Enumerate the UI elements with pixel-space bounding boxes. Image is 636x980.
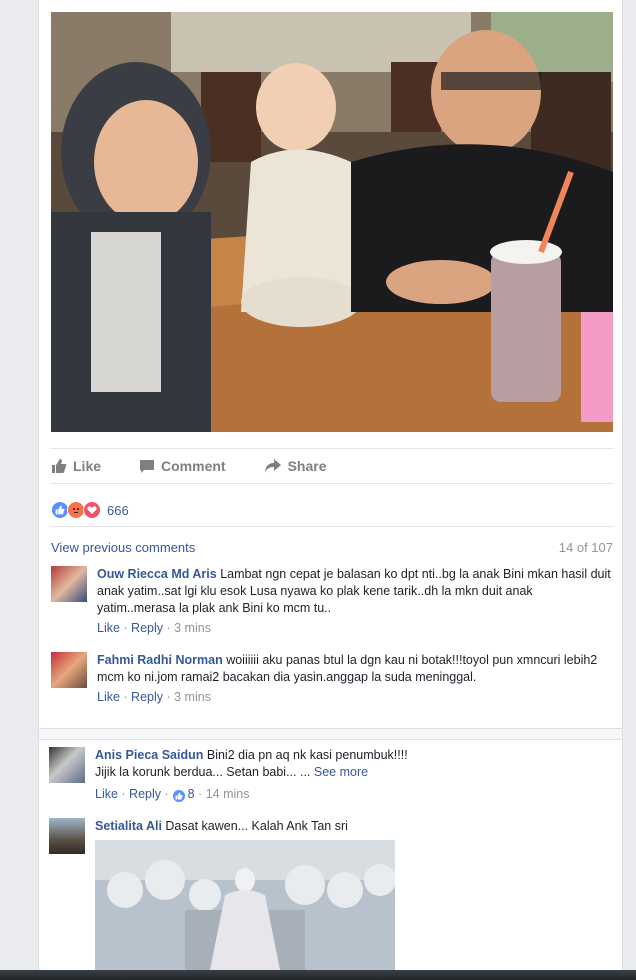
see-more-link[interactable]: See more: [314, 765, 368, 779]
commenter-name[interactable]: Anis Pieca Saidun: [95, 748, 203, 762]
share-button[interactable]: Share: [264, 458, 327, 474]
reactions-summary[interactable]: 666: [51, 494, 613, 527]
os-taskbar: [0, 970, 636, 980]
commenter-name[interactable]: Setialita Ali: [95, 819, 162, 833]
comment-time[interactable]: 3 mins: [174, 690, 211, 704]
commenter-name[interactable]: Fahmi Radhi Norman: [97, 653, 223, 667]
like-reaction-icon: [172, 789, 187, 803]
post-photo[interactable]: [51, 12, 613, 432]
comments-count: 14 of 107: [558, 540, 613, 555]
view-previous-comments-link[interactable]: View previous comments: [51, 540, 195, 555]
comment-like-link[interactable]: Like: [97, 690, 120, 704]
thumbs-up-icon: [52, 459, 67, 473]
share-icon: [264, 459, 281, 473]
comment-item: Fahmi Radhi Norman woiiiiii aku panas bt…: [51, 652, 613, 732]
comment-attached-photo[interactable]: [95, 840, 395, 970]
comment-likes-badge[interactable]: 8: [172, 787, 198, 803]
comment-time[interactable]: 3 mins: [174, 621, 211, 635]
comment-reply-link[interactable]: Reply: [131, 690, 163, 704]
comment-likes-count: 8: [187, 787, 195, 801]
comment-text-continued: Jijik la korunk berdua... Setan babi... …: [95, 765, 311, 779]
share-label: Share: [287, 458, 327, 474]
comment-like-link[interactable]: Like: [95, 787, 118, 801]
comment-time[interactable]: 14 mins: [206, 787, 250, 801]
love-reaction-icon: [83, 501, 101, 519]
like-label: Like: [73, 458, 102, 474]
post-actions: Like Comment Share: [51, 448, 613, 484]
comment-reply-link[interactable]: Reply: [131, 621, 163, 635]
comment-reply-link[interactable]: Reply: [129, 787, 161, 801]
commenter-name[interactable]: Ouw Riecca Md Aris: [97, 567, 217, 581]
comment-separator: [39, 728, 622, 740]
post-card: Like Comment Share 666 View previous com…: [38, 0, 623, 970]
comment-button[interactable]: Comment: [139, 458, 226, 474]
comment-like-link[interactable]: Like: [97, 621, 120, 635]
comment-item: Anis Pieca Saidun Bini2 dia pn aq nk kas…: [49, 747, 611, 807]
comment-text: Dasat kawen... Kalah Ank Tan sri: [165, 819, 348, 833]
reaction-count: 666: [107, 502, 129, 518]
comment-text: Bini2 dia pn aq nk kasi penumbuk!!!!: [206, 748, 408, 762]
comment-icon: [140, 460, 155, 473]
comment-label: Comment: [161, 458, 226, 474]
avatar[interactable]: [49, 747, 85, 783]
avatar[interactable]: [51, 566, 87, 602]
avatar[interactable]: [49, 818, 85, 854]
previous-comments-bar: View previous comments 14 of 107: [51, 540, 613, 555]
avatar[interactable]: [51, 652, 87, 688]
comment-item: Ouw Riecca Md Aris Lambat ngn cepat je b…: [51, 566, 613, 646]
like-button[interactable]: Like: [51, 458, 101, 474]
